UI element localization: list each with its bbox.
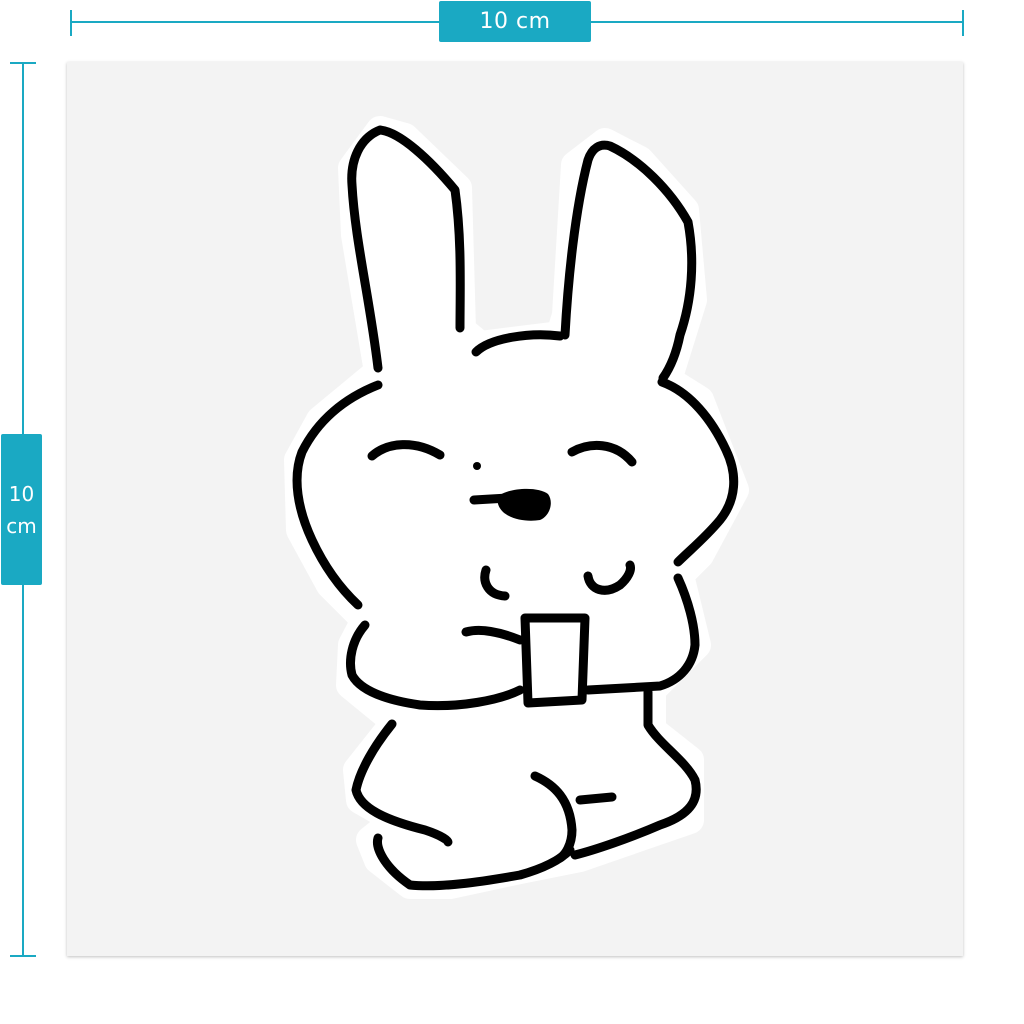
foot-detail xyxy=(575,792,617,805)
height-dimension-label: 10 cm xyxy=(1,434,42,585)
width-dimension-label: 10 cm xyxy=(439,1,591,42)
height-dimension-tick-bottom xyxy=(10,955,36,957)
height-dimension-tick-top xyxy=(10,62,36,64)
width-dimension-tick-left xyxy=(70,10,72,36)
nose-dot xyxy=(473,462,481,470)
sticker-sheet xyxy=(67,62,963,956)
width-dimension-tick-right xyxy=(962,10,964,36)
height-dimension-unit: cm xyxy=(6,513,37,538)
height-dimension-value: 10 xyxy=(8,481,35,506)
product-preview: 10 cm 10 cm xyxy=(0,0,1024,1024)
bunny-sticker-icon xyxy=(284,116,749,899)
